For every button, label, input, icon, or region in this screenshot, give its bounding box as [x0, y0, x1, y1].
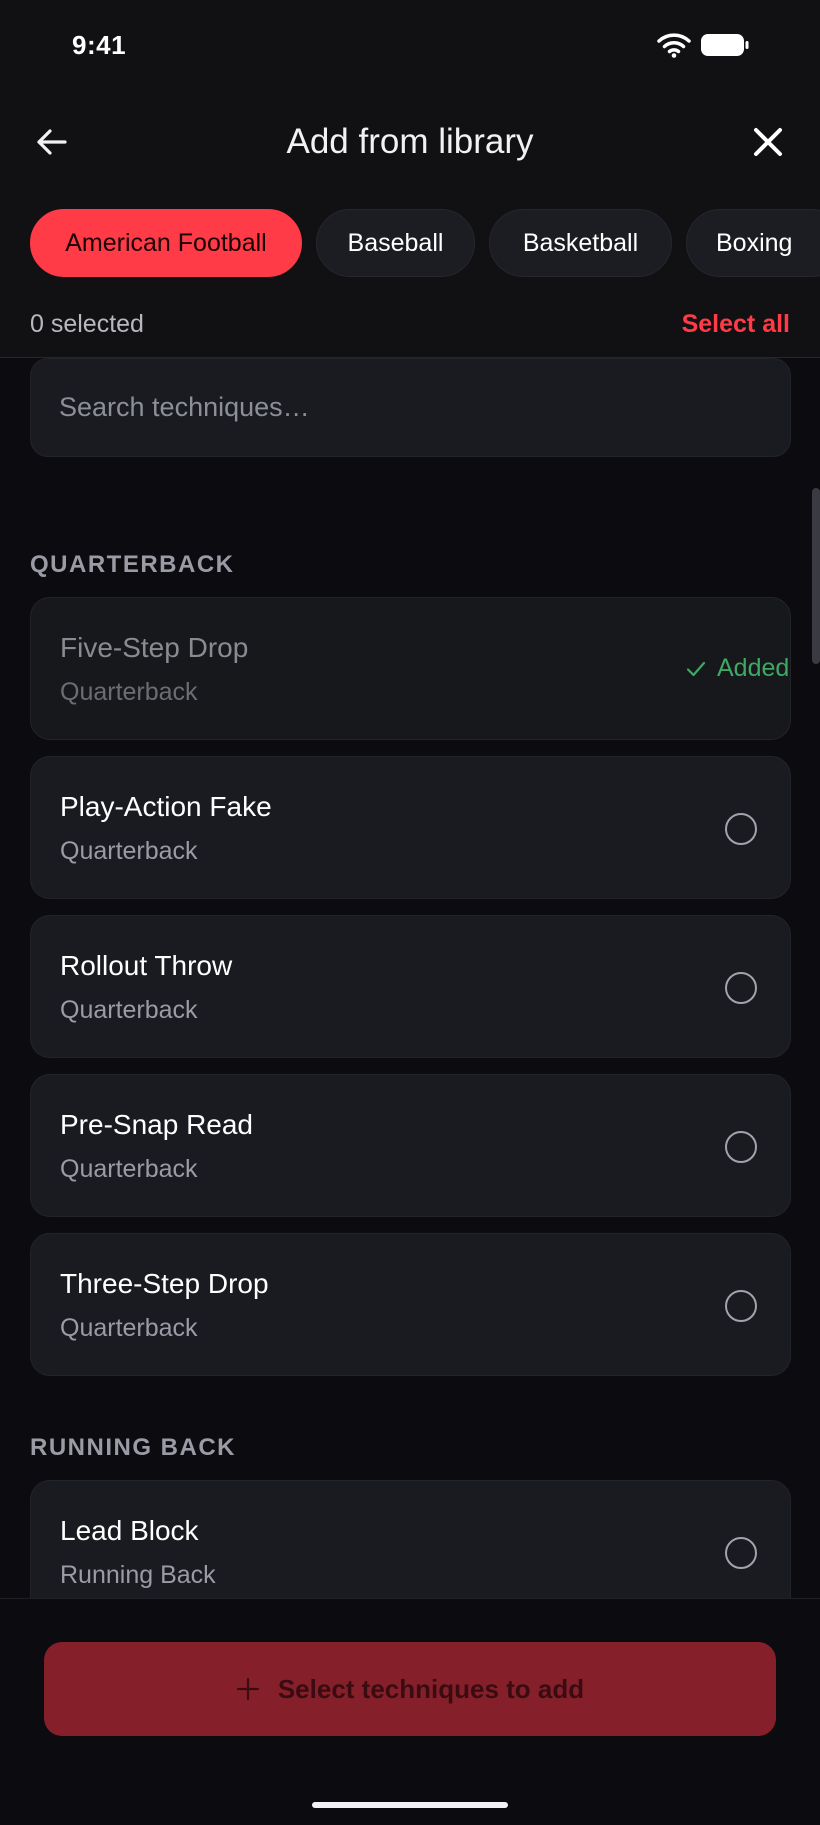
- technique-position: Quarterback: [60, 837, 198, 865]
- technique-position: Running Back: [60, 1561, 216, 1589]
- technique-position: Quarterback: [60, 1155, 198, 1183]
- technique-name: Five-Step Drop: [60, 632, 249, 663]
- bottom-bar: Select techniques to add: [0, 1598, 820, 1825]
- status-bar: 9:41: [0, 0, 820, 90]
- technique-name: Three-Step Drop: [60, 1268, 269, 1299]
- close-icon[interactable]: [746, 120, 790, 164]
- technique-name: Play-Action Fake: [60, 791, 272, 822]
- select-radio[interactable]: [725, 1131, 757, 1163]
- battery-icon: [701, 34, 749, 56]
- scrollbar-thumb[interactable]: [812, 488, 820, 664]
- chip-american-football[interactable]: American Football: [30, 209, 302, 277]
- technique-card-five-step-drop: Five-Step Drop Quarterback Added: [30, 597, 791, 740]
- home-indicator: [312, 1802, 508, 1808]
- section-title-quarterback: QUARTERBACK: [30, 551, 235, 578]
- chip-basketball[interactable]: Basketball: [489, 209, 672, 277]
- select-radio[interactable]: [725, 972, 757, 1004]
- select-radio[interactable]: [725, 813, 757, 845]
- plus-icon: [236, 1677, 259, 1701]
- search-box: [30, 358, 791, 457]
- technique-position: Quarterback: [60, 678, 198, 706]
- select-radio[interactable]: [725, 1290, 757, 1322]
- added-label: Added: [717, 654, 790, 682]
- technique-card-pre-snap-read[interactable]: Pre-Snap Read Quarterback: [30, 1074, 791, 1217]
- select-radio[interactable]: [725, 1537, 757, 1569]
- selection-bar: 0 selected Select all: [0, 298, 820, 358]
- add-techniques-button[interactable]: Select techniques to add: [44, 1642, 776, 1736]
- technique-position: Quarterback: [60, 1314, 198, 1342]
- added-badge: Added: [685, 654, 789, 683]
- category-chips: American Football Baseball Basketball Bo…: [0, 194, 820, 298]
- search-input[interactable]: [59, 359, 759, 455]
- section-title-running-back: RUNNING BACK: [30, 1434, 236, 1461]
- technique-name: Pre-Snap Read: [60, 1109, 254, 1140]
- technique-card-play-action-fake[interactable]: Play-Action Fake Quarterback: [30, 756, 791, 899]
- technique-position: Quarterback: [60, 996, 198, 1024]
- page-title: Add from library: [286, 122, 534, 161]
- chip-baseball[interactable]: Baseball: [316, 209, 475, 277]
- status-time: 9:41: [72, 30, 127, 60]
- selected-count: 0 selected: [30, 310, 144, 338]
- chip-boxing[interactable]: Boxing: [686, 209, 820, 277]
- technique-name: Lead Block: [60, 1515, 199, 1546]
- header: Add from library: [0, 90, 820, 194]
- technique-name: Rollout Throw: [60, 950, 233, 981]
- technique-card-three-step-drop[interactable]: Three-Step Drop Quarterback: [30, 1233, 791, 1376]
- check-icon: [686, 661, 706, 676]
- select-all-button[interactable]: Select all: [682, 310, 790, 339]
- technique-card-rollout-throw[interactable]: Rollout Throw Quarterback: [30, 915, 791, 1058]
- add-button-label: Select techniques to add: [277, 1673, 585, 1704]
- wifi-icon: [657, 33, 691, 58]
- screen: 9:41 Add from library American Football …: [0, 0, 820, 1825]
